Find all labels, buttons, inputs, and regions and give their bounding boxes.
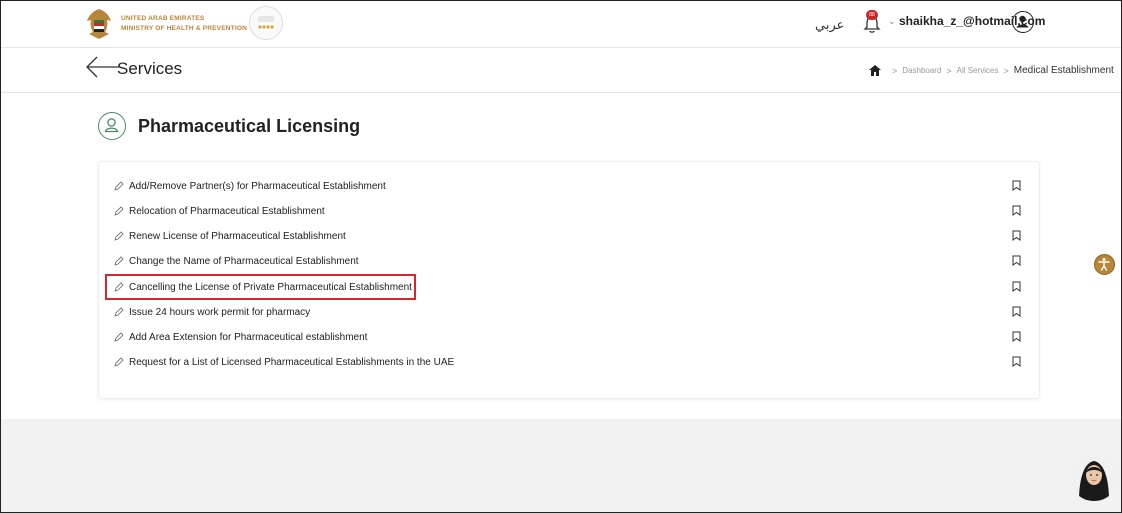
service-label[interactable]: Relocation of Pharmaceutical Establishme…: [129, 206, 325, 217]
ministry-line-1: UNITED ARAB EMIRATES: [121, 15, 205, 22]
service-label[interactable]: Renew License of Pharmaceutical Establis…: [129, 231, 346, 242]
service-row[interactable]: Issue 24 hours work permit for pharmacy: [99, 302, 1039, 326]
service-row[interactable]: Add/Remove Partner(s) for Pharmaceutical…: [99, 176, 1039, 200]
app-frame: UNITED ARAB EMIRATES MINISTRY OF HEALTH …: [0, 0, 1122, 513]
pencil-icon: [114, 181, 124, 191]
bookmark-icon[interactable]: [1012, 331, 1021, 342]
top-header: UNITED ARAB EMIRATES MINISTRY OF HEALTH …: [1, 1, 1121, 48]
bookmark-icon[interactable]: [1012, 281, 1021, 292]
chevron-down-icon[interactable]: ⌄: [888, 16, 896, 27]
ministry-line-2: MINISTRY OF HEALTH & PREVENTION: [121, 25, 247, 32]
user-outline-icon: [98, 112, 126, 140]
service-row[interactable]: Add Area Extension for Pharmaceutical es…: [99, 327, 1039, 351]
accessibility-icon[interactable]: [1094, 254, 1115, 275]
services-bar: Services > Dashboard > All Services > Me…: [1, 48, 1121, 93]
footer-area: [1, 419, 1121, 512]
breadcrumb: > Dashboard > All Services > Medical Est…: [869, 65, 1114, 76]
service-label[interactable]: Issue 24 hours work permit for pharmacy: [129, 307, 310, 318]
pencil-icon: [114, 256, 124, 266]
page-title: Pharmaceutical Licensing: [138, 115, 361, 136]
language-toggle[interactable]: عربي: [815, 17, 844, 33]
bookmark-icon[interactable]: [1012, 205, 1021, 216]
service-label[interactable]: Change the Name of Pharmaceutical Establ…: [129, 256, 359, 267]
assistant-avatar-icon[interactable]: [1069, 451, 1119, 501]
home-icon[interactable]: [869, 65, 881, 76]
service-row[interactable]: Relocation of Pharmaceutical Establishme…: [99, 201, 1039, 225]
page-title-wrap: Pharmaceutical Licensing: [98, 112, 360, 140]
back-arrow-icon[interactable]: [85, 56, 121, 78]
breadcrumb-dashboard[interactable]: Dashboard: [902, 66, 941, 75]
bookmark-icon[interactable]: [1012, 306, 1021, 317]
service-label[interactable]: Add Area Extension for Pharmaceutical es…: [129, 332, 367, 343]
ministry-logo[interactable]: UNITED ARAB EMIRATES MINISTRY OF HEALTH …: [83, 7, 247, 41]
breadcrumb-separator: >: [946, 65, 952, 76]
breadcrumb-current: Medical Establishment: [1013, 65, 1114, 76]
pencil-icon: [114, 332, 124, 342]
bookmark-icon[interactable]: [1012, 230, 1021, 241]
highlight-box: [105, 274, 416, 300]
service-label[interactable]: Add/Remove Partner(s) for Pharmaceutical…: [129, 181, 386, 192]
breadcrumb-separator: >: [1003, 65, 1009, 76]
service-row[interactable]: Change the Name of Pharmaceutical Establ…: [99, 251, 1039, 275]
main-content: Pharmaceutical Licensing Add/Remove Part…: [1, 93, 1121, 419]
user-avatar-icon[interactable]: [1012, 11, 1034, 33]
service-row[interactable]: Request for a List of Licensed Pharmaceu…: [99, 352, 1039, 376]
notification-badge: 88: [866, 10, 878, 20]
bookmark-icon[interactable]: [1012, 255, 1021, 266]
breadcrumb-all-services[interactable]: All Services: [957, 66, 999, 75]
service-row[interactable]: Renew License of Pharmaceutical Establis…: [99, 226, 1039, 250]
bookmark-icon[interactable]: [1012, 180, 1021, 191]
pencil-icon: [114, 357, 124, 367]
star-rating-icon: [249, 6, 283, 40]
services-title: Services: [117, 59, 183, 78]
pencil-icon: [114, 206, 124, 216]
pencil-icon: [114, 307, 124, 317]
breadcrumb-separator: >: [892, 65, 898, 76]
uae-emblem-icon: [87, 9, 111, 39]
service-label[interactable]: Request for a List of Licensed Pharmaceu…: [129, 357, 454, 368]
bookmark-icon[interactable]: [1012, 356, 1021, 367]
pencil-icon: [114, 231, 124, 241]
